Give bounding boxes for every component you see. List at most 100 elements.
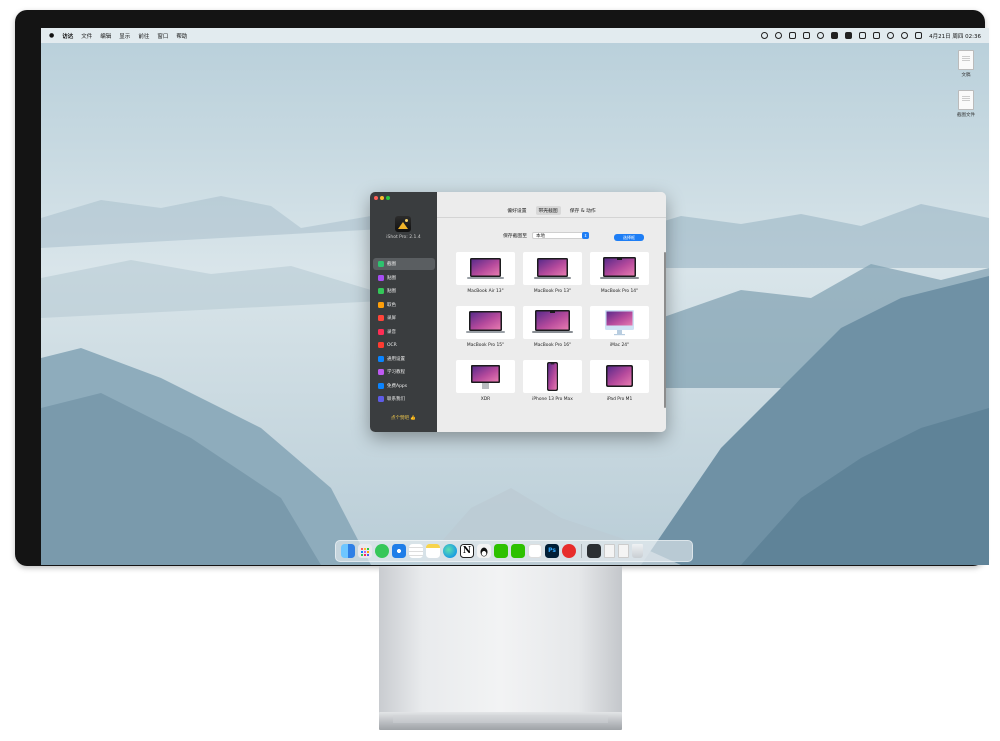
status-icon-3[interactable]	[817, 32, 825, 39]
photoshop-icon[interactable]: Ps	[545, 544, 559, 558]
zoom-button[interactable]	[386, 196, 390, 200]
messages-icon[interactable]	[375, 544, 389, 558]
sidebar-item-ocr[interactable]: OCR	[373, 339, 435, 351]
ishot-status-icon[interactable]	[831, 32, 839, 39]
sidebar-item-screen-record[interactable]: 录屏	[373, 312, 435, 324]
wechat-icon[interactable]	[494, 544, 508, 558]
macbook-icon	[467, 258, 504, 279]
save-location-select[interactable]: 本地 ⇕	[532, 232, 589, 239]
device-xdr[interactable]: XDR	[456, 360, 515, 406]
wifi-icon[interactable]	[887, 32, 895, 39]
sidebar-item-screenshot[interactable]: 截图	[373, 258, 435, 270]
qq-icon[interactable]	[477, 544, 491, 558]
app-version: iShot Pro: 2.1.4	[386, 235, 421, 240]
device-card	[456, 252, 515, 285]
reminders-icon[interactable]	[409, 544, 423, 558]
contact-icon	[378, 396, 384, 402]
choose-frame-button[interactable]: 选择框	[614, 234, 644, 241]
ishot-dock-icon[interactable]	[587, 544, 601, 558]
document-icon[interactable]	[604, 544, 615, 558]
save-location-label: 保存截图至	[503, 234, 527, 239]
menu-file[interactable]: 文件	[81, 32, 92, 40]
netease-music-icon[interactable]	[562, 544, 576, 558]
status-icon-2[interactable]	[775, 32, 783, 39]
device-card	[456, 360, 515, 393]
tab-save-actions[interactable]: 保存 & 动作	[567, 206, 599, 215]
tab-device-frame[interactable]: 带壳截图	[535, 206, 561, 215]
tab-preferences[interactable]: 偏好设置	[504, 206, 529, 215]
wechat-work-status-icon[interactable]	[803, 32, 811, 39]
finder-icon[interactable]	[341, 544, 355, 558]
sidebar-item-label: 截图	[387, 262, 396, 267]
status-icon-1[interactable]	[761, 32, 769, 39]
device-macbook-pro-15[interactable]: MacBook Pro 15"	[456, 306, 515, 352]
desktop-screen: ● 访达 文件 编辑 显示 前往 窗口 帮助 4月21日 周四 02:36 文稿…	[41, 28, 989, 565]
menu-help[interactable]: 帮助	[176, 32, 187, 40]
sidebar: iShot Pro: 2.1.4 截图 贴图 贴图 取色 录屏 录音 OCR 通…	[370, 192, 437, 432]
device-card	[590, 360, 649, 393]
sidebar-nav: 截图 贴图 贴图 取色 录屏 录音 OCR 通用设置 学习教程 免费Apps 联…	[373, 258, 435, 407]
device-imac-24[interactable]: iMac 24"	[590, 306, 649, 352]
tab-bar: 偏好设置 带壳截图 保存 & 动作	[437, 206, 666, 215]
iphone-icon	[547, 362, 558, 391]
menu-window[interactable]: 窗口	[157, 32, 168, 40]
wechat-work-icon[interactable]	[511, 544, 525, 558]
device-iphone-13-pro-max[interactable]: iPhone 13 Pro Max	[523, 360, 582, 406]
menu-datetime[interactable]: 4月21日 周四 02:36	[929, 32, 981, 40]
menu-edit[interactable]: 编辑	[100, 32, 111, 40]
chevron-updown-icon: ⇕	[582, 232, 589, 239]
device-macbook-pro-16[interactable]: MacBook Pro 16"	[523, 306, 582, 352]
sidebar-item-free-apps[interactable]: 免费Apps	[373, 380, 435, 392]
document-icon[interactable]	[618, 544, 629, 558]
ocr-icon	[378, 342, 384, 348]
device-card	[523, 252, 582, 285]
desktop-file[interactable]: 截图文件	[951, 90, 981, 118]
safari-icon[interactable]	[392, 544, 406, 558]
device-macbook-pro-13[interactable]: MacBook Pro 13"	[523, 252, 582, 298]
macbook-icon	[534, 258, 571, 279]
trash-icon[interactable]	[632, 544, 643, 558]
device-macbook-pro-14[interactable]: MacBook Pro 14"	[590, 252, 649, 298]
device-macbook-air-13[interactable]: MacBook Air 13"	[456, 252, 515, 298]
like-link[interactable]: 点个赞吧 👍	[370, 415, 437, 421]
menu-app-name[interactable]: 访达	[62, 32, 73, 40]
device-ipad-pro-m1[interactable]: iPad Pro M1	[590, 360, 649, 406]
edge-icon[interactable]	[443, 544, 457, 558]
close-button[interactable]	[374, 196, 378, 200]
color-picker-icon	[378, 301, 384, 308]
launchpad-icon[interactable]	[358, 544, 372, 558]
sidebar-item-label: 录音	[387, 329, 396, 335]
monitor-stand	[379, 566, 622, 714]
minimize-button[interactable]	[380, 196, 384, 200]
menu-view[interactable]: 显示	[119, 32, 130, 40]
control-center-icon[interactable]	[915, 32, 923, 39]
launchpad-grid	[361, 548, 369, 556]
monitor-bezel: ● 访达 文件 编辑 显示 前往 窗口 帮助 4月21日 周四 02:36 文稿…	[15, 10, 989, 566]
audio-record-icon	[378, 328, 384, 335]
sidebar-item-contact[interactable]: 联系我们	[373, 393, 435, 405]
device-card	[590, 306, 649, 339]
device-label: MacBook Pro 14"	[600, 289, 639, 294]
notes-icon[interactable]	[426, 544, 440, 558]
status-icon-4[interactable]	[845, 32, 853, 39]
sidebar-item-audio-record[interactable]: 录音	[373, 326, 435, 338]
sidebar-item-color-picker[interactable]: 取色	[373, 299, 435, 311]
search-icon[interactable]	[901, 32, 909, 39]
apple-menu-icon[interactable]: ●	[49, 32, 54, 39]
sidebar-item-label: 学习教程	[387, 370, 405, 375]
desktop-file[interactable]: 文稿	[951, 50, 981, 78]
annotate-icon	[378, 274, 384, 281]
device-grid-scrollbar[interactable]	[664, 252, 666, 408]
menu-go[interactable]: 前往	[138, 32, 149, 40]
notion-icon[interactable]: N	[460, 544, 474, 558]
status-icon-5[interactable]	[859, 32, 867, 39]
sidebar-item-general-settings[interactable]: 通用设置	[373, 353, 435, 365]
sidebar-item-tutorial[interactable]: 学习教程	[373, 366, 435, 378]
qq-penguin	[480, 547, 488, 557]
feishu-icon[interactable]	[528, 544, 542, 558]
tutorial-icon	[378, 369, 384, 375]
wechat-status-icon[interactable]	[789, 32, 797, 39]
sidebar-item-pin[interactable]: 贴图	[373, 285, 435, 297]
battery-icon[interactable]	[873, 32, 881, 39]
sidebar-item-annotate[interactable]: 贴图	[373, 272, 435, 284]
